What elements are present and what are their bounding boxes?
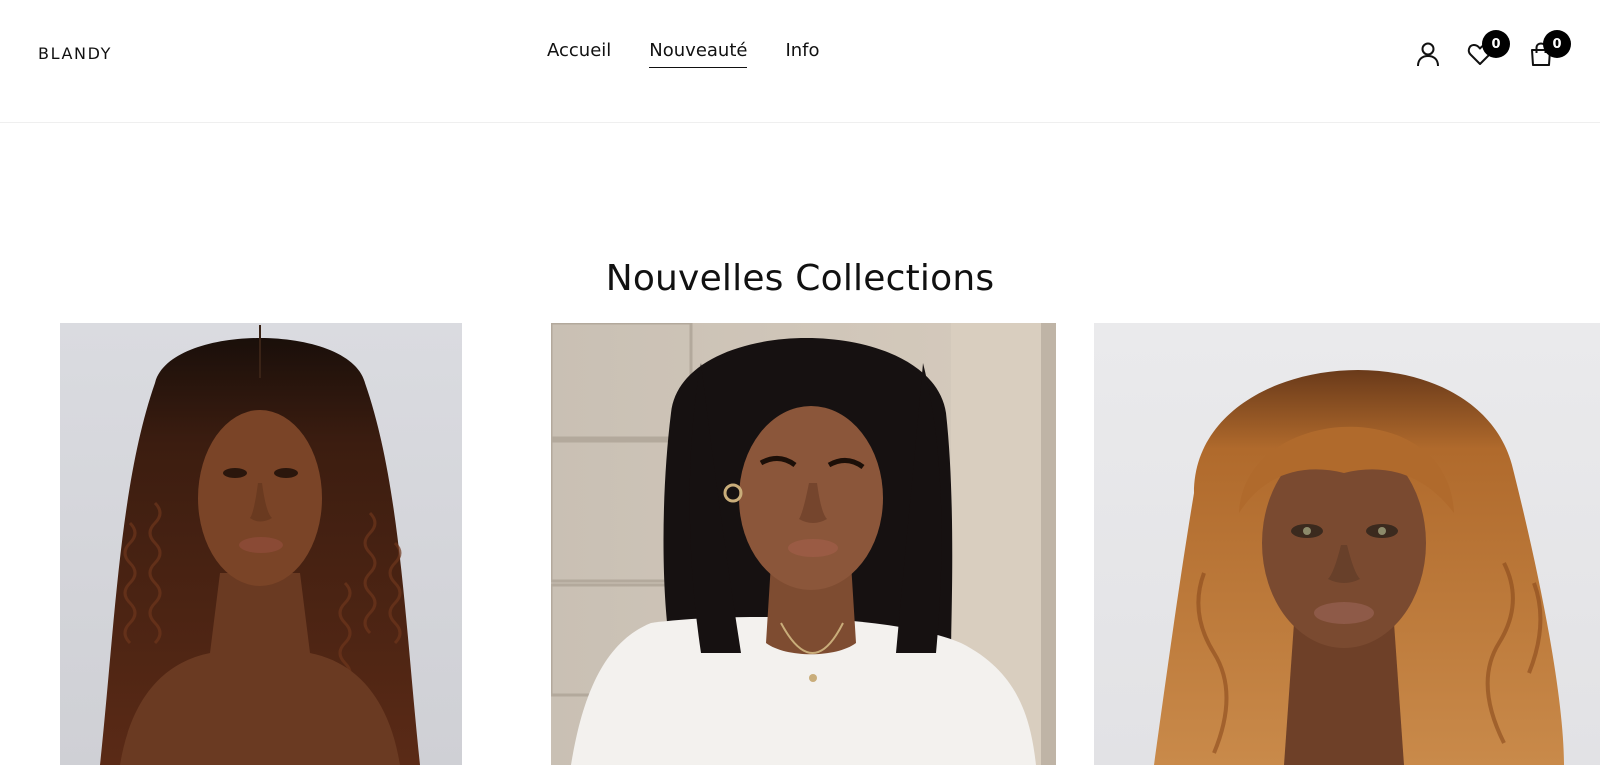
product-card-curly-brown[interactable] bbox=[60, 323, 462, 765]
product-image-bob-wig bbox=[551, 323, 1056, 765]
wishlist-count-badge: 0 bbox=[1482, 30, 1510, 58]
account-button[interactable] bbox=[1410, 36, 1446, 72]
wishlist-button[interactable]: 0 bbox=[1462, 30, 1510, 72]
main-nav: Accueil Nouveauté Info bbox=[547, 40, 820, 68]
product-card-ginger-bangs[interactable] bbox=[1094, 323, 1600, 765]
nav-item-nouveaute[interactable]: Nouveauté bbox=[649, 40, 748, 68]
section-title: Nouvelles Collections bbox=[605, 258, 995, 299]
product-image-curly-wig bbox=[60, 323, 462, 765]
site-header: BLANDY Accueil Nouveauté Info 0 0 bbox=[0, 0, 1600, 123]
user-icon bbox=[1417, 42, 1439, 67]
nav-item-info[interactable]: Info bbox=[785, 40, 819, 68]
product-card-black-bob[interactable] bbox=[551, 323, 1056, 765]
brand-logo[interactable]: BLANDY bbox=[38, 44, 112, 63]
product-image-ginger-wig bbox=[1094, 323, 1600, 765]
cart-count-badge: 0 bbox=[1543, 30, 1571, 58]
cart-button[interactable]: 0 bbox=[1523, 30, 1571, 72]
nav-item-accueil[interactable]: Accueil bbox=[547, 40, 611, 68]
